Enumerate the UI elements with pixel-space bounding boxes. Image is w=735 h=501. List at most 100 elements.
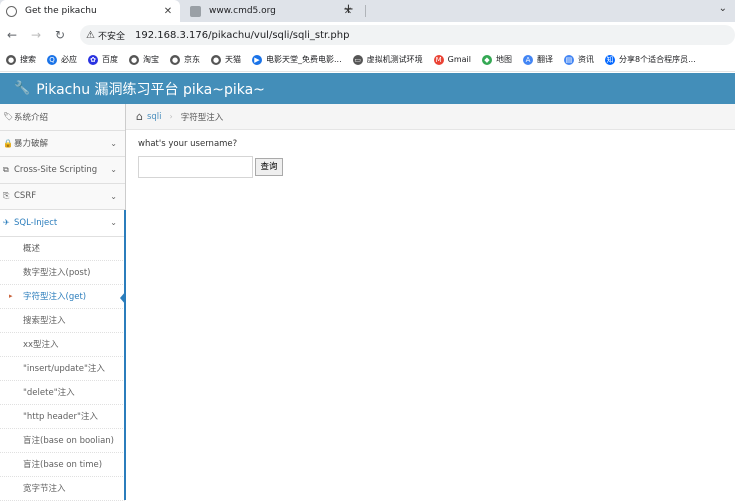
home-icon[interactable]: ⌂ <box>136 110 143 123</box>
bookmark-label: 百度 <box>102 55 118 64</box>
globe-icon: ● <box>6 54 16 65</box>
page-icon <box>190 5 201 17</box>
sidebar-subitem[interactable]: 宽字节注入 <box>0 476 125 501</box>
sidebar-subitem[interactable]: xx型注入 <box>0 332 125 357</box>
bookmark-item[interactable]: ◆ 地图 <box>481 54 512 65</box>
caret-right-icon: ▸ <box>9 292 13 300</box>
sidebar-subitem-label: 数字型注入(post) <box>23 268 91 278</box>
sidebar-subitem-label: 盲注(base on time) <box>23 460 103 470</box>
bookmark-item[interactable]: ▶ 电影天堂_免费电影... <box>252 54 342 65</box>
bookmark-label: 虚拟机测试环境 <box>366 55 423 64</box>
play-icon: ▶ <box>252 54 262 65</box>
sidebar-subitem[interactable]: "delete"注入 <box>0 380 125 405</box>
bookmark-label: 天猫 <box>225 55 241 64</box>
sidebar-subitem[interactable]: 概述 <box>0 236 125 261</box>
form-label: what's your username? <box>138 139 238 149</box>
sidebar-subitem[interactable]: "insert/update"注入 <box>0 356 125 381</box>
bookmark-item[interactable]: ● 京东 <box>170 54 200 65</box>
bookmark-label: Gmail <box>447 55 471 64</box>
bookmark-label: 电影天堂_免费电影... <box>266 55 342 64</box>
map-icon: ◆ <box>481 54 492 65</box>
submit-button[interactable]: 查询 <box>255 158 283 176</box>
bookmark-item[interactable]: ● 天猫 <box>211 54 241 65</box>
sidebar: 🏷 系统介绍 🔒 暴力破解 ⌄ ⧉ Cross-Site Scripting ⌄ ⎘ CSRF ⌄ ✈… <box>0 104 126 501</box>
bookmark-item[interactable]: 知分享8个适合程序员... <box>604 54 696 65</box>
sidebar-item-[interactable]: 🏷 系统介绍 <box>0 104 125 131</box>
chevron-down-icon: ⌄ <box>110 191 117 201</box>
sidebar-item-label: Cross-Site Scripting <box>14 164 98 175</box>
breadcrumb-current: 字符型注入 <box>180 112 224 123</box>
bookmark-label: 必应 <box>61 55 77 64</box>
chevron-down-icon: ⌄ <box>110 165 117 175</box>
bookmark-item[interactable]: ▤ 资讯 <box>563 54 594 65</box>
bookmark-label: 资讯 <box>577 55 594 64</box>
sidebar-item-label: CSRF <box>14 191 37 202</box>
close-icon[interactable]: ✕ <box>162 6 174 17</box>
sidebar-subitem-label: 概述 <box>23 244 41 254</box>
url-text[interactable]: 192.168.3.176/pikachu/vul/sqli/sqli_str.… <box>135 30 349 41</box>
sidebar-item-csrf[interactable]: ⎘ CSRF ⌄ <box>0 183 125 210</box>
bookmark-item[interactable]: ● 淘宝 <box>129 54 159 65</box>
bookmark-label: 搜索 <box>20 55 36 64</box>
paw-icon: ✿ <box>88 54 98 65</box>
address-bar[interactable]: ⚠ 不安全 192.168.3.176/pikachu/vul/sqli/sql… <box>80 25 735 45</box>
wrench-icon: 🔧 <box>14 81 31 96</box>
sidebar-subitem-label: 宽字节注入 <box>23 484 66 494</box>
forward-button[interactable]: → <box>24 28 48 42</box>
sidebar-item-[interactable]: 🔒 暴力破解 ⌄ <box>0 130 125 157</box>
globe-icon: ● <box>170 54 180 65</box>
bookmark-label: 京东 <box>184 55 200 64</box>
sidebar-subitem[interactable]: "http header"注入 <box>0 404 125 429</box>
breadcrumb-link-sqli[interactable]: sqli <box>147 112 162 122</box>
back-button[interactable]: ← <box>0 28 24 42</box>
tab-get-the-pikachu[interactable]: Get the pikachu ✕ <box>0 0 180 22</box>
sidebar-subitem[interactable]: 数字型注入(post) <box>0 260 125 285</box>
chevron-down-icon: ⌄ <box>110 218 117 228</box>
chevron-down-icon[interactable]: ⌄ <box>719 3 727 14</box>
browser-toolbar: ← → ↻ ⚠ 不安全 192.168.3.176/pikachu/vul/sq… <box>0 22 735 48</box>
sidebar-item-label: 暴力破解 <box>14 139 49 150</box>
tags-icon: 🏷 <box>3 112 14 122</box>
bookmark-label: 翻译 <box>536 55 553 64</box>
tab-divider <box>365 5 366 17</box>
sidebar-item-sql-inject[interactable]: ✈ SQL-Inject ⌄ <box>0 210 125 237</box>
globe-icon: ● <box>211 54 221 65</box>
sidebar-subitem-label: "insert/update"注入 <box>23 364 105 374</box>
reload-button[interactable]: ↻ <box>48 28 72 42</box>
news-icon: ▤ <box>563 54 574 65</box>
bookmark-label: 淘宝 <box>143 55 159 64</box>
sidebar-subitem-label: 搜索型注入 <box>23 316 66 326</box>
security-label: 不安全 <box>97 31 125 42</box>
sidebar-subitem-label: "delete"注入 <box>23 388 75 398</box>
sidebar-subitem[interactable]: ▸ 字符型注入(get) <box>0 284 126 309</box>
breadcrumb: ⌂ sqli › 字符型注入 <box>126 104 735 130</box>
username-input[interactable] <box>138 156 253 178</box>
bookmark-label: 地图 <box>495 55 512 64</box>
sidebar-subitem[interactable]: 盲注(base on boolian) <box>0 428 125 453</box>
bookmark-item[interactable]: M Gmail <box>433 54 471 65</box>
zhihu-icon: 知 <box>604 54 615 65</box>
new-tab-button[interactable]: + <box>343 2 354 17</box>
sidebar-subitem[interactable]: 搜索型注入 <box>0 308 125 333</box>
bookmark-label: 分享8个适合程序员... <box>618 55 696 64</box>
tab-title: Get the pikachu <box>25 6 97 16</box>
warning-icon: ⚠ <box>86 29 95 41</box>
sidebar-subitem-label: 盲注(base on boolian) <box>23 436 115 446</box>
bookmark-item[interactable]: Q 必应 <box>47 54 77 65</box>
sidebar-item-cross-site-scripting[interactable]: ⧉ Cross-Site Scripting ⌄ <box>0 157 125 184</box>
bookmark-item[interactable]: A 翻译 <box>522 54 553 65</box>
open-menu-indicator <box>124 210 126 500</box>
sidebar-subitem[interactable]: 盲注(base on time) <box>0 452 125 477</box>
bookmark-item[interactable]: ✿ 百度 <box>88 54 118 65</box>
tab-strip: Get the pikachu ✕ www.cmd5.org ✕ + ⌄ <box>0 0 735 22</box>
folder-icon: ▭ <box>352 54 363 65</box>
bookmark-item[interactable]: ● 搜索 <box>6 54 36 65</box>
chevron-down-icon: ⌄ <box>110 138 117 148</box>
bookmarks-bar: ● 搜索 Q 必应 ✿ 百度 ● 淘宝 ● 京东 ● 天猫 ▶ 电影天堂_免费电影... ▭ 虚拟机测试环境 M… <box>0 48 735 72</box>
bookmark-item[interactable]: ▭ 虚拟机测试环境 <box>352 54 423 65</box>
site-title[interactable]: Pikachu 漏洞练习平台 pika~pika~ <box>36 79 265 99</box>
translate-icon: A <box>522 54 533 65</box>
sidebar-subitem-label: 字符型注入(get) <box>23 292 87 302</box>
sidebar-subitem-label: xx型注入 <box>23 340 59 350</box>
tab-cmd5[interactable]: www.cmd5.org ✕ <box>184 0 360 22</box>
